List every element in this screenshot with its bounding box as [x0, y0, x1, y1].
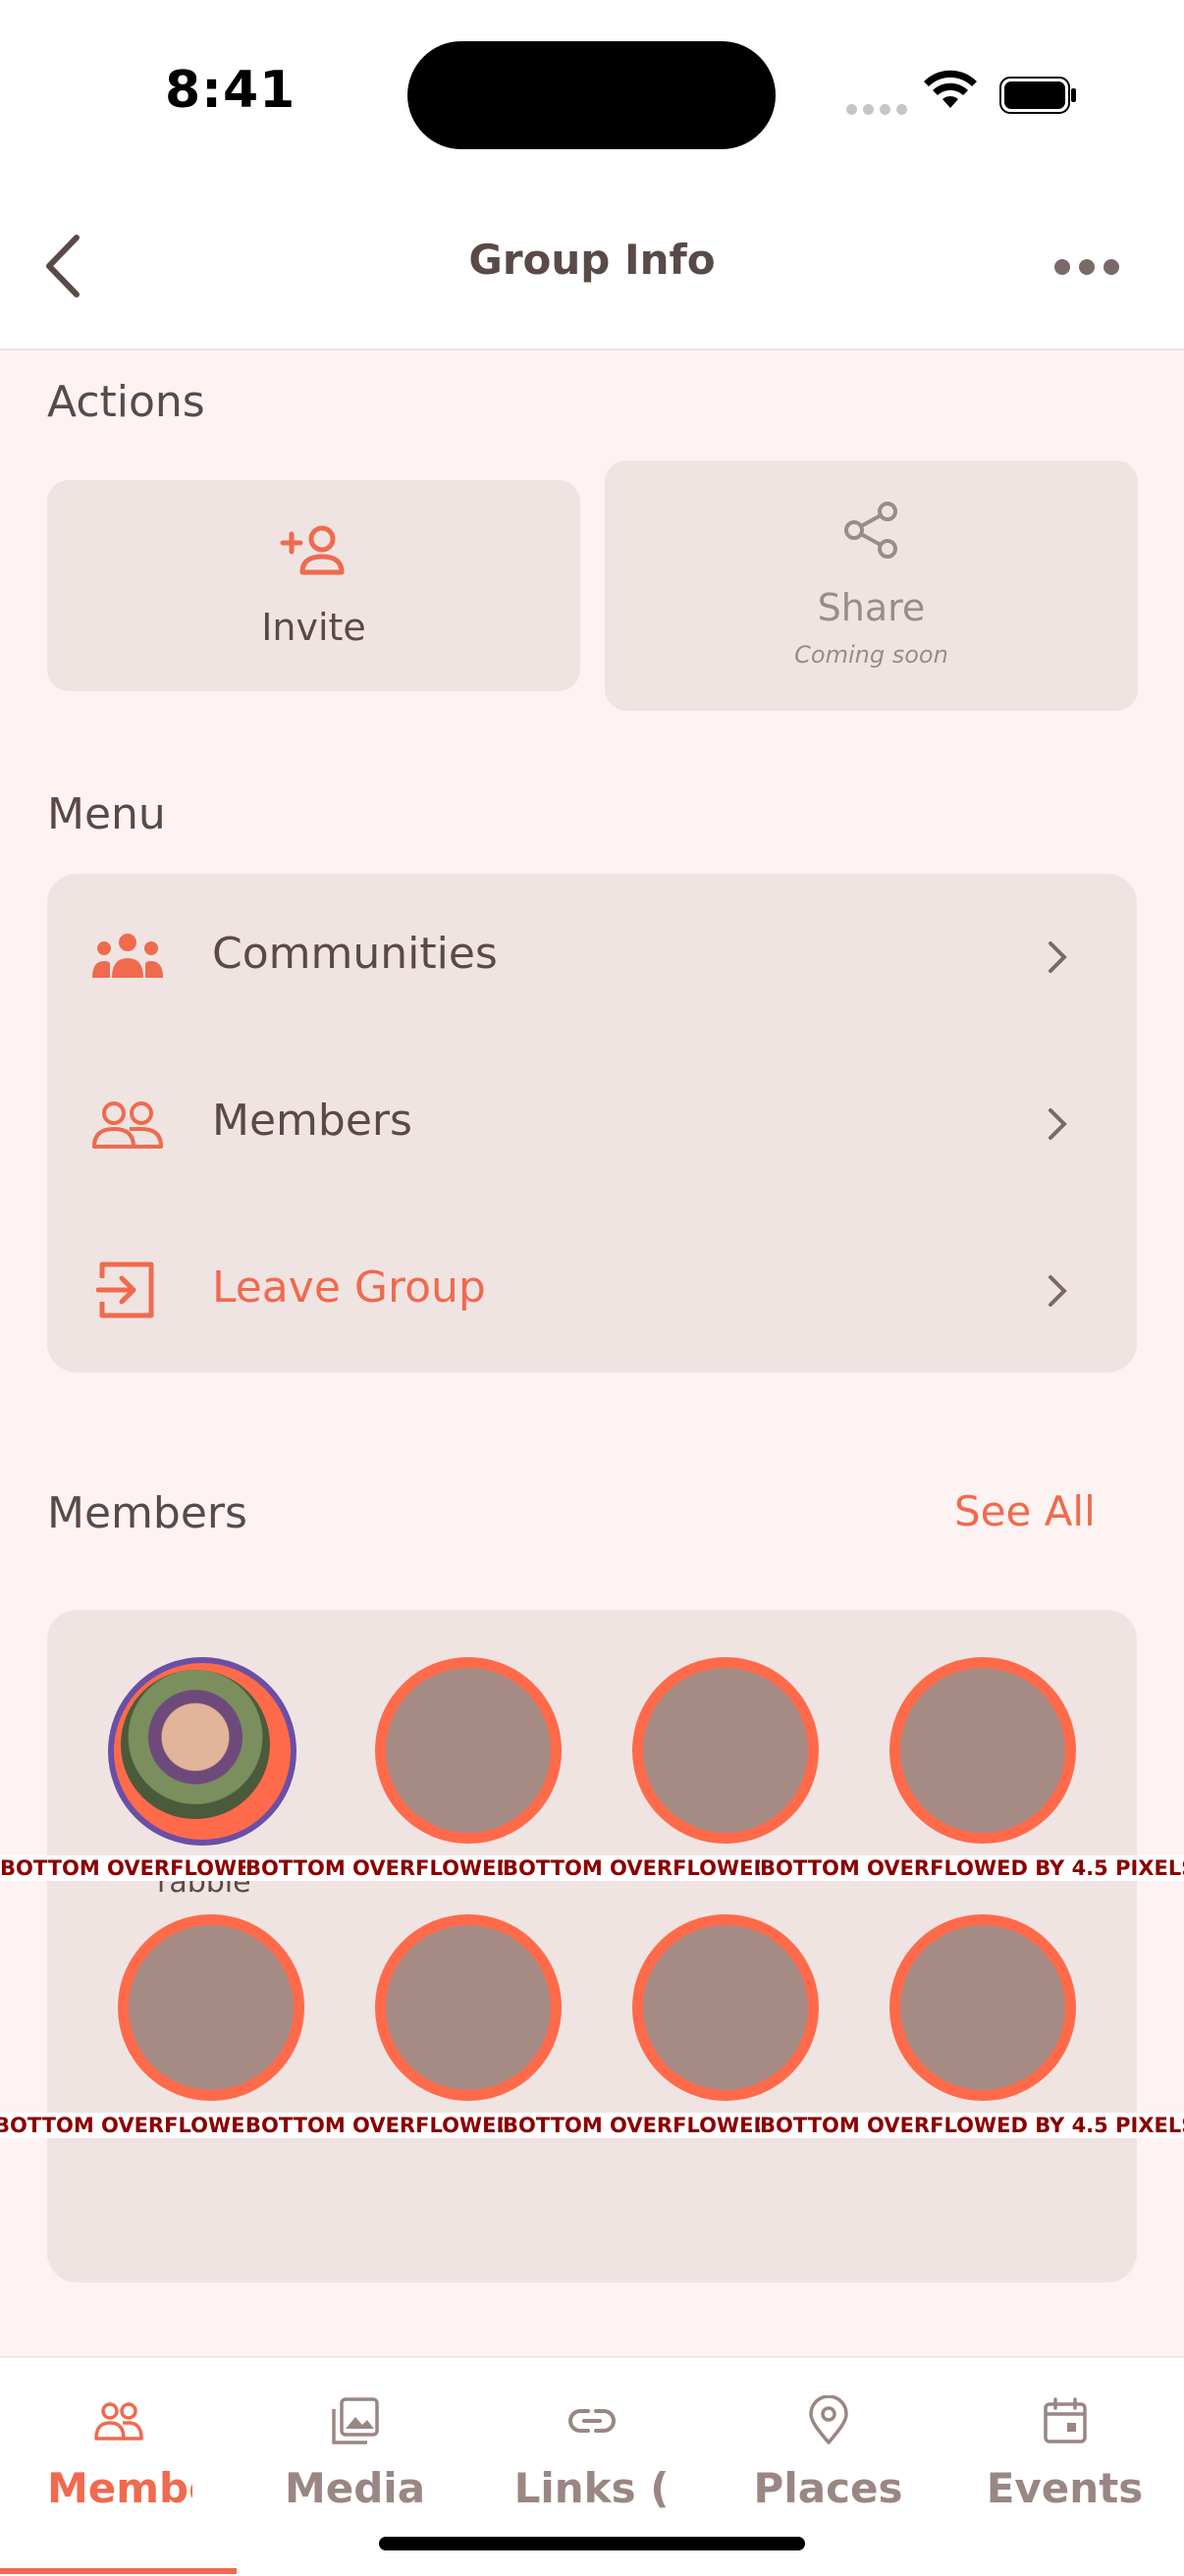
share-label: Share [817, 586, 926, 629]
members-icon [93, 2402, 143, 2441]
menu-card: Communities Members Leave Group [47, 874, 1137, 1372]
avatar[interactable] [632, 1914, 819, 2101]
chevron-right-icon [1049, 1275, 1067, 1307]
menu-item-leave-group[interactable]: Leave Group [47, 1208, 1137, 1374]
add-person-icon [280, 525, 345, 575]
invite-label: Invite [261, 606, 366, 649]
link-icon [567, 2409, 616, 2433]
overflow-warning: BOTTOM OVERFLOWED BY 4.5 PIXELS [0, 2114, 245, 2137]
avatar[interactable] [375, 1657, 562, 1844]
avatar[interactable] [375, 1914, 562, 2101]
page-title: Group Info [468, 236, 716, 284]
overflow-warning: BOTTOM OVERFLOWED BY 4.5 PIXELS [245, 2114, 503, 2137]
menu-item-label: Members [212, 1096, 412, 1146]
location-pin-icon [808, 2394, 848, 2444]
share-button[interactable]: Share Coming soon [605, 460, 1138, 711]
avatar[interactable] [632, 1657, 819, 1844]
overflow-warning: BOTTOM OVERFLOWED BY 4.5 PIXELS [0, 1856, 245, 1880]
chevron-right-icon [1049, 941, 1067, 973]
overflow-warning: BOTTOM OVERFLOWED BY 4.5 PIXELS [760, 2114, 1184, 2137]
avatar[interactable] [108, 1657, 296, 1846]
overflow-warning: BOTTOM OVERFLOWED BY 4.5 PIXELS [760, 1856, 1184, 1880]
tab-label: Membe [47, 2464, 192, 2512]
actions-section-title: Actions [47, 377, 205, 427]
cellular-signal-icon [846, 100, 913, 119]
tab-label: Media [284, 2464, 426, 2512]
overflow-warning: BOTTOM OVERFLOWED BY 4.5 PIXELS [245, 1856, 503, 1880]
invite-button[interactable]: Invite [47, 480, 580, 691]
tab-media[interactable]: Media [237, 2395, 473, 2512]
chevron-right-icon [1049, 1108, 1067, 1140]
status-time: 8:41 [165, 61, 296, 120]
menu-item-label: Communities [212, 929, 498, 979]
wifi-icon [924, 70, 977, 108]
dynamic-island [407, 41, 776, 149]
tab-links[interactable]: Links ( [473, 2395, 710, 2512]
avatar-photo [121, 1670, 270, 1819]
avatar[interactable] [118, 1914, 304, 2101]
avatar[interactable] [889, 1657, 1076, 1844]
menu-item-communities[interactable]: Communities [47, 874, 1137, 1041]
media-icon [331, 2397, 379, 2444]
tab-members[interactable]: Membe [0, 2395, 237, 2512]
see-all-link[interactable]: See All [954, 1487, 1096, 1535]
members-icon [92, 1101, 163, 1149]
battery-icon [999, 77, 1076, 114]
more-options-icon[interactable] [1052, 257, 1121, 277]
members-section-title: Members [47, 1488, 247, 1538]
avatar[interactable] [889, 1914, 1076, 2101]
tab-places[interactable]: Places [710, 2394, 946, 2512]
tab-label: Events [986, 2464, 1144, 2512]
overflow-warning: BOTTOM OVERFLOWED BY 4.5 PIXELS [503, 2114, 760, 2137]
communities-icon [92, 934, 163, 978]
menu-section-title: Menu [47, 789, 166, 839]
menu-item-label: Leave Group [212, 1262, 486, 1313]
leave-group-icon [96, 1261, 154, 1318]
overflow-warning-row: BOTTOM OVERFLOWED BY 4.5 PIXELS BOTTOM O… [0, 2113, 1184, 2138]
menu-item-members[interactable]: Members [47, 1041, 1137, 1208]
home-indicator [379, 2537, 805, 2550]
overflow-warning-row: BOTTOM OVERFLOWED BY 4.5 PIXELS BOTTOM O… [0, 1855, 1184, 1881]
active-tab-indicator [0, 2568, 237, 2574]
tab-label: Places [753, 2464, 903, 2512]
calendar-icon [1043, 2397, 1087, 2443]
tab-events[interactable]: Events [946, 2395, 1183, 2512]
share-coming-soon: Coming soon [794, 641, 948, 669]
tab-label: Links ( [513, 2464, 670, 2512]
overflow-warning: BOTTOM OVERFLOWED BY 4.5 PIXELS [503, 1856, 760, 1880]
share-icon [844, 502, 897, 559]
